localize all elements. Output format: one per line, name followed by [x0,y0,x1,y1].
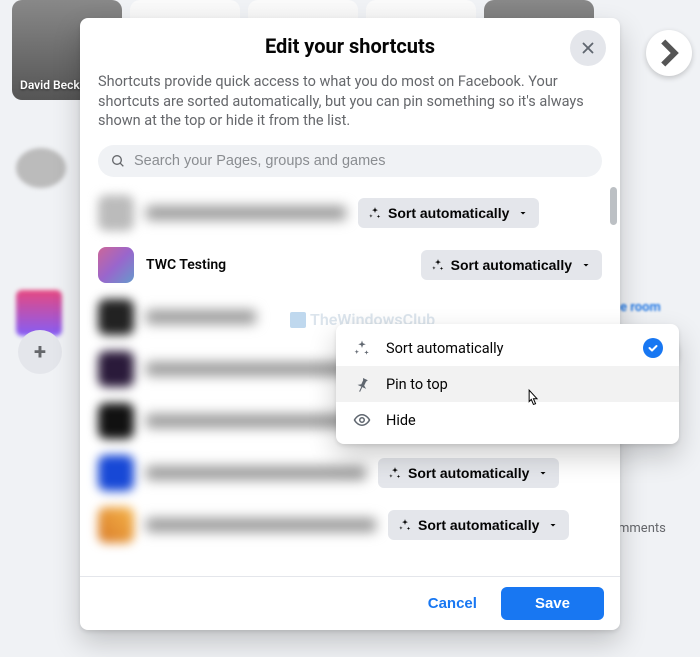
dialog-header: Edit your shortcuts [80,18,620,58]
menu-item-pin-to-top[interactable]: Pin to top [336,366,679,402]
sparkle-icon [352,338,372,358]
caret-down-icon [517,207,529,219]
shortcut-row: Sort automatically [80,187,620,239]
menu-item-sort-automatically[interactable]: Sort automatically [336,330,679,366]
search-field[interactable] [98,145,602,177]
caret-down-icon [580,259,592,271]
shortcut-avatar [98,507,134,543]
menu-item-hide[interactable]: Hide [336,402,679,438]
caret-down-icon [547,519,559,531]
search-icon [110,153,126,169]
sort-option-label: Sort automatically [418,517,539,533]
search-input[interactable] [134,153,590,169]
sort-option-label: Sort automatically [451,257,572,273]
menu-item-label: Sort automatically [386,340,629,357]
cancel-button[interactable]: Cancel [412,587,493,620]
sort-option-button[interactable]: Sort automatically [358,198,539,228]
watermark-icon [290,312,306,328]
shortcut-avatar [98,403,134,439]
cancel-label: Cancel [428,595,477,612]
save-label: Save [535,595,570,612]
sort-option-label: Sort automatically [408,465,529,481]
edit-shortcuts-dialog: Edit your shortcuts Shortcuts provide qu… [80,18,620,630]
sparkle-icon [398,518,412,532]
shortcut-row: Sort automatically [80,447,620,499]
shortcut-avatar [98,299,134,335]
close-button[interactable] [570,30,606,66]
shortcut-name [146,466,366,480]
eye-icon [352,410,372,430]
dialog-footer: Cancel Save [80,576,620,630]
shortcut-name [146,206,346,220]
shortcut-avatar [98,247,134,283]
selected-check-icon [643,338,663,358]
shortcut-avatar [98,455,134,491]
menu-item-label: Hide [386,412,663,429]
sort-option-button[interactable]: Sort automatically [421,250,602,280]
sparkle-icon [431,258,445,272]
shortcut-name [146,310,256,324]
shortcut-row: TWC Testing Sort automatically [80,239,620,291]
shortcut-avatar [98,195,134,231]
close-icon [579,39,597,57]
shortcut-name [146,362,368,376]
dialog-title: Edit your shortcuts [130,34,570,58]
sort-option-label: Sort automatically [388,205,509,221]
dialog-description: Shortcuts provide quick access to what y… [80,58,620,135]
sparkle-icon [368,206,382,220]
sort-option-button[interactable]: Sort automatically [378,458,559,488]
caret-down-icon [537,467,549,479]
shortcut-row: Sort automatically [80,499,620,551]
sort-option-button[interactable]: Sort automatically [388,510,569,540]
pin-icon [352,374,372,394]
save-button[interactable]: Save [501,587,604,620]
shortcut-name: TWC Testing [146,257,409,273]
shortcut-name [146,518,376,532]
sort-option-menu: Sort automatically Pin to top Hide [336,324,679,444]
modal-overlay: Edit your shortcuts Shortcuts provide qu… [0,0,700,657]
cursor-pointer-icon [523,388,541,412]
sparkle-icon [388,466,402,480]
shortcut-avatar [98,351,134,387]
